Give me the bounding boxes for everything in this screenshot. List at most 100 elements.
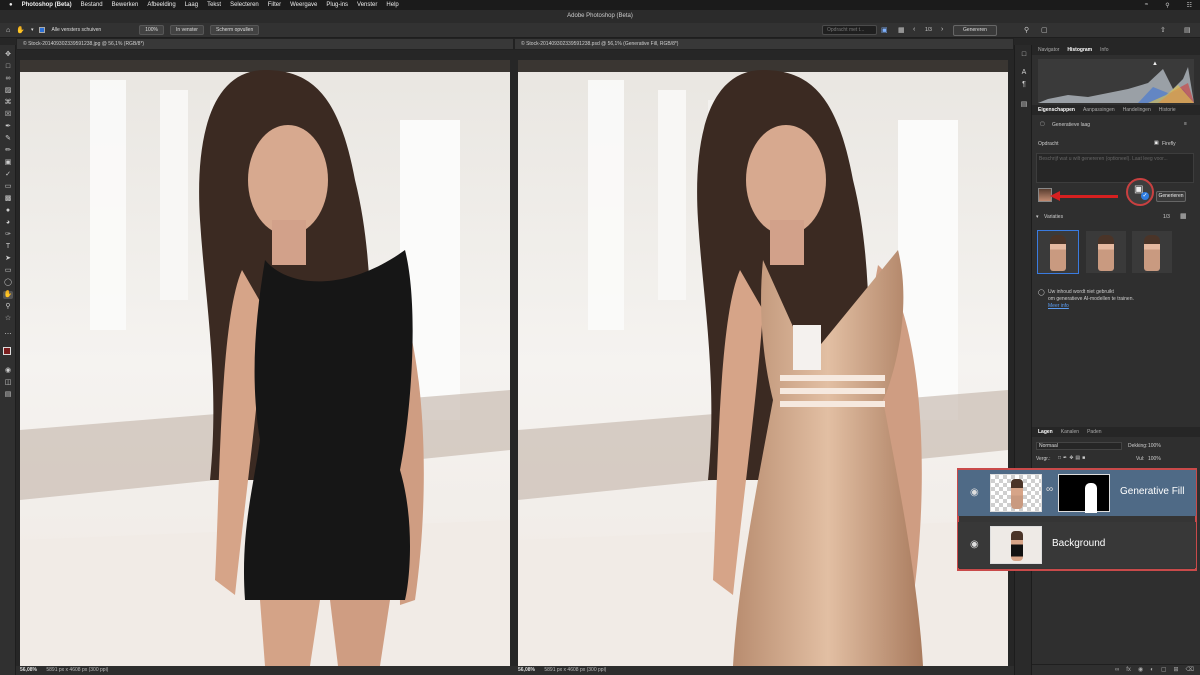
doc-tab-2[interactable]: © Stock-20140930233959123​8.psd @ 56,1% … — [514, 38, 1014, 50]
healing-brush-icon[interactable]: ✎ — [3, 135, 13, 143]
pen-tool-icon[interactable]: ✑ — [3, 231, 13, 239]
tab-adjustments[interactable]: Aanpassingen — [1083, 105, 1115, 115]
layer-row-generative-fill[interactable]: ◉ ∞ Generative Fill — [958, 470, 1196, 516]
shape-tool-icon[interactable]: ▭ — [3, 267, 13, 275]
menu-filter[interactable]: Filter — [268, 2, 281, 8]
menu-tekst[interactable]: Tekst — [207, 2, 221, 8]
frame-tool-icon[interactable]: ☒ — [3, 111, 13, 119]
type-tool-icon[interactable]: T — [3, 243, 13, 251]
model-select[interactable]: Firefly — [1162, 141, 1176, 147]
history-brush-icon[interactable]: ✓ — [3, 171, 13, 179]
blur-tool-icon[interactable]: ● — [3, 207, 13, 215]
tab-actions[interactable]: Handelingen — [1123, 105, 1151, 115]
visibility-eye-icon[interactable]: ◉ — [970, 487, 982, 499]
apple-icon[interactable]: ● — [9, 2, 13, 8]
generate-button[interactable]: Generieren — [1156, 191, 1186, 202]
menu-bestand[interactable]: Bestand — [81, 2, 103, 8]
link-layers-icon[interactable]: ∞ — [1115, 665, 1119, 675]
prompt-textarea[interactable]: Beschrijf wat u wilt genereren (optionee… — [1036, 153, 1194, 183]
fill-screen-button[interactable]: Scherm opvullen — [209, 25, 260, 35]
menu-laag[interactable]: Laag — [185, 2, 198, 8]
search-icon[interactable]: ⚲ — [1024, 26, 1029, 34]
trash-icon[interactable]: ⌫ — [1186, 665, 1194, 675]
foreground-color-swatch[interactable] — [3, 347, 11, 355]
gradient-tool-icon[interactable]: ▩ — [3, 195, 13, 203]
variation-thumb-2[interactable] — [1086, 231, 1126, 273]
ellipse-tool-icon[interactable]: ◯ — [3, 279, 13, 287]
search-icon[interactable]: ⚲ — [1165, 2, 1169, 9]
wifi-icon[interactable]: ≈ — [1145, 2, 1148, 9]
panel-menu-icon[interactable]: ≡ — [1184, 121, 1187, 127]
tab-layers[interactable]: Lagen — [1038, 427, 1053, 437]
libraries-icon[interactable]: ▤ — [1019, 101, 1029, 109]
zoom-tool-icon[interactable]: ⚲ — [3, 303, 13, 311]
generate-top-button[interactable]: Genereren — [953, 25, 997, 36]
marquee-tool-icon[interactable]: □ — [3, 63, 13, 71]
generative-icon[interactable]: ▣ — [881, 26, 888, 34]
control-center-icon[interactable]: ☷ — [1187, 2, 1192, 9]
next-variation-icon[interactable]: › — [941, 26, 943, 33]
tab-histogram[interactable]: Histogram — [1067, 45, 1092, 55]
paragraph-icon[interactable]: ¶ — [1019, 81, 1029, 89]
layer-name[interactable]: Generative Fill — [1120, 486, 1184, 497]
layer-row-background[interactable]: ◉ Background — [958, 522, 1196, 568]
tab-info[interactable]: Info — [1100, 45, 1108, 55]
variation-thumb-3[interactable] — [1132, 231, 1172, 273]
home-icon[interactable]: ⌂ — [6, 27, 10, 34]
prev-variation-icon[interactable]: ‹ — [913, 26, 915, 33]
panel-icon[interactable]: ▤ — [1184, 26, 1191, 34]
zoom-100-button[interactable]: 100% — [139, 25, 165, 35]
lock-icons[interactable]: □✒✥▤■ — [1058, 455, 1087, 461]
crop-tool-icon[interactable]: ⌘ — [3, 99, 13, 107]
menu-afbeelding[interactable]: Afbeelding — [147, 2, 175, 8]
tab-history[interactable]: Historie — [1159, 105, 1176, 115]
tab-properties[interactable]: Eigenschappen — [1038, 105, 1075, 115]
lasso-tool-icon[interactable]: ∞ — [3, 75, 13, 83]
warning-icon[interactable]: ▲ — [1152, 61, 1158, 67]
tab-channels[interactable]: Kanalen — [1061, 427, 1079, 437]
tab-navigator[interactable]: Navigator — [1038, 45, 1059, 55]
new-layer-icon[interactable]: ⊞ — [1173, 665, 1178, 675]
hand-tool-icon[interactable]: ✋ — [3, 291, 13, 299]
quick-mask-icon[interactable]: ◉ — [3, 367, 13, 375]
zoom-readout-2[interactable]: 56,08% — [518, 667, 535, 673]
blend-mode-select[interactable]: Normaal — [1036, 442, 1122, 450]
zoom-readout-1[interactable]: 56,08% — [20, 667, 37, 673]
options-icon[interactable]: ▦ — [898, 26, 905, 34]
group-icon[interactable]: ▢ — [1161, 665, 1167, 675]
fx-icon[interactable]: fx — [1126, 665, 1131, 675]
path-select-tool-icon[interactable]: ➤ — [3, 255, 13, 263]
variations-chevron-icon[interactable]: ▾ — [1036, 214, 1039, 220]
move-tool-icon[interactable]: ✥ — [3, 51, 13, 59]
menu-selecteren[interactable]: Selecteren — [230, 2, 259, 8]
fill-value[interactable]: 100% — [1148, 456, 1161, 462]
menu-bewerken[interactable]: Bewerken — [112, 2, 139, 8]
add-mask-icon[interactable]: ◉ — [1138, 665, 1143, 675]
eyedropper-tool-icon[interactable]: ✒ — [3, 123, 13, 131]
menu-weergave[interactable]: Weergave — [290, 2, 317, 8]
fit-screen-button[interactable]: In venster — [170, 25, 204, 35]
character-icon[interactable]: A — [1019, 69, 1029, 77]
more-tools-icon[interactable]: ⋯ — [3, 331, 13, 339]
object-select-tool-icon[interactable]: ▨ — [3, 87, 13, 95]
menu-app[interactable]: Photoshop (Beta) — [22, 2, 72, 8]
link-icon[interactable]: ∞ — [1046, 484, 1053, 495]
learn-more-link[interactable]: Meer info — [1048, 303, 1069, 309]
original-image-canvas[interactable] — [20, 60, 510, 666]
favorite-tool-icon[interactable]: ☆ — [3, 315, 13, 323]
contextual-prompt-input[interactable]: Opdracht met t... — [822, 25, 877, 35]
menu-venster[interactable]: Venster — [357, 2, 377, 8]
adjustment-icon[interactable]: ◐ — [1150, 665, 1154, 675]
eraser-tool-icon[interactable]: ▭ — [3, 183, 13, 191]
grid-view-icon[interactable]: ▦ — [1180, 212, 1187, 220]
generated-image-canvas[interactable] — [518, 60, 1008, 666]
layer-mask-thumbnail[interactable] — [1058, 474, 1110, 513]
hand-tool-icon[interactable]: ✋ — [16, 26, 25, 34]
scroll-all-checkbox[interactable] — [39, 27, 46, 33]
brush-tool-icon[interactable]: ✏ — [3, 147, 13, 155]
tab-paths[interactable]: Paden — [1087, 427, 1101, 437]
share-icon[interactable]: ⇧ — [1160, 26, 1166, 34]
screen-mode-icon[interactable]: ◫ — [3, 379, 13, 387]
layer-name[interactable]: Background — [1052, 538, 1105, 549]
workspace-icon[interactable]: ▢ — [1041, 26, 1048, 34]
